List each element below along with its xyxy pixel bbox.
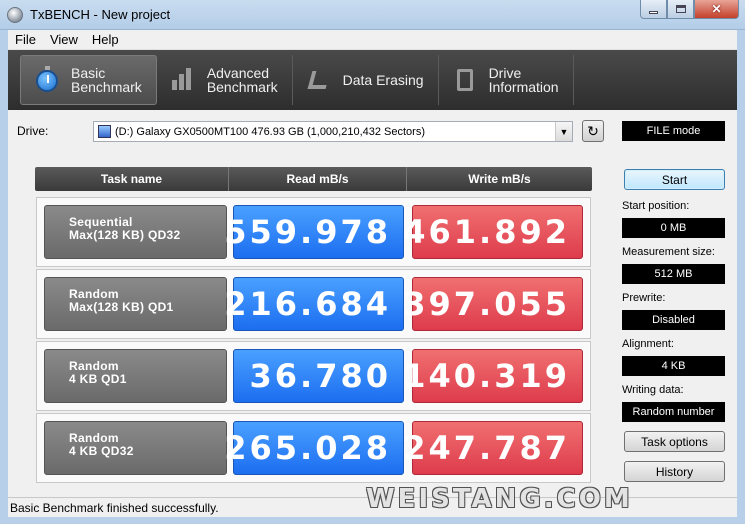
start-position-field[interactable]: 0 MB [622,218,725,238]
write-value: 397.055 [403,277,583,331]
window-controls: ✕ [640,0,739,19]
results-table-header: Task name Read mB/s Write mB/s [35,167,592,191]
read-value: 559.978 [224,205,404,259]
table-row: Random 4 KB QD1 36.780 140.319 [36,341,591,411]
tab-data-erasing[interactable]: Data Erasing [293,55,439,105]
tab-drive-information[interactable]: Drive Information [439,55,574,105]
menu-help[interactable]: Help [85,32,126,47]
start-button[interactable]: Start [624,169,725,190]
disk-icon [98,125,111,138]
table-row: Random Max(128 KB) QD1 216.684 397.055 [36,269,591,339]
task-button[interactable]: Sequential Max(128 KB) QD32 [44,205,227,259]
tab-label: Data Erasing [342,72,424,88]
prewrite-field[interactable]: Disabled [622,310,725,330]
close-button[interactable]: ✕ [694,0,739,19]
menu-file[interactable]: File [8,32,43,47]
read-value: 265.028 [224,421,404,475]
bar-chart-icon [171,67,197,93]
header-task-name: Task name [35,167,229,191]
maximize-icon [675,5,686,13]
window-title: TxBENCH - New project [30,7,171,22]
eraser-icon [307,67,333,93]
alignment-field[interactable]: 4 KB [622,356,725,376]
menu-view[interactable]: View [43,32,85,47]
table-row: Sequential Max(128 KB) QD32 559.978 461.8… [36,197,591,267]
write-value: 247.787 [403,421,583,475]
title-bar: TxBENCH - New project ✕ [0,0,745,30]
minimize-button[interactable] [640,0,667,19]
drive-selected-value: (D:) Galaxy GX0500MT100 476.93 GB (1,000… [115,125,425,138]
drive-icon [453,67,479,93]
tab-advanced-benchmark[interactable]: Advanced Benchmark [157,55,293,105]
write-value: 140.319 [403,349,583,403]
tab-basic-benchmark[interactable]: Basic Benchmark [20,55,157,105]
menu-bar: File View Help [8,30,737,50]
mode-indicator: FILE mode [622,121,725,141]
measurement-size-label: Measurement size: [622,246,715,258]
refresh-icon: ↻ [587,122,599,139]
start-position-label: Start position: [622,200,690,212]
header-read: Read mB/s [229,167,407,191]
prewrite-label: Prewrite: [622,292,666,304]
window-frame-right [737,30,745,524]
task-button[interactable]: Random Max(128 KB) QD1 [44,277,227,331]
window-frame-bottom [0,517,745,524]
read-value: 36.780 [233,349,404,403]
drive-dropdown[interactable]: (D:) Galaxy GX0500MT100 476.93 GB (1,000… [93,121,573,142]
minimize-icon [649,10,658,14]
table-row: Random 4 KB QD32 265.028 247.787 [36,413,591,483]
alignment-label: Alignment: [622,338,674,350]
maximize-button[interactable] [667,0,694,19]
app-icon [7,7,23,23]
task-button[interactable]: Random 4 KB QD1 [44,349,227,403]
tab-label: Advanced Benchmark [206,65,278,95]
tab-label: Basic Benchmark [71,65,142,95]
tab-label: Drive Information [488,65,559,95]
nav-toolbar: Basic Benchmark Advanced Benchmark Data Er… [8,50,737,110]
task-button[interactable]: Random 4 KB QD32 [44,421,227,475]
read-value: 216.684 [224,277,404,331]
writing-data-field[interactable]: Random number [622,402,725,422]
task-options-button[interactable]: Task options [624,431,725,452]
close-icon: ✕ [711,2,722,16]
history-button[interactable]: History [624,461,725,482]
main-panel: Drive: (D:) Galaxy GX0500MT100 476.93 GB… [8,110,737,497]
drive-label: Drive: [17,124,49,138]
refresh-button[interactable]: ↻ [582,120,604,142]
writing-data-label: Writing data: [622,384,684,396]
measurement-size-field[interactable]: 512 MB [622,264,725,284]
write-value: 461.892 [403,205,583,259]
stopwatch-icon [35,66,61,93]
watermark: WEISTANG.COM [366,484,633,514]
window-frame-left [0,30,8,524]
chevron-down-icon[interactable]: ▼ [555,122,572,141]
header-write: Write mB/s [468,172,531,186]
